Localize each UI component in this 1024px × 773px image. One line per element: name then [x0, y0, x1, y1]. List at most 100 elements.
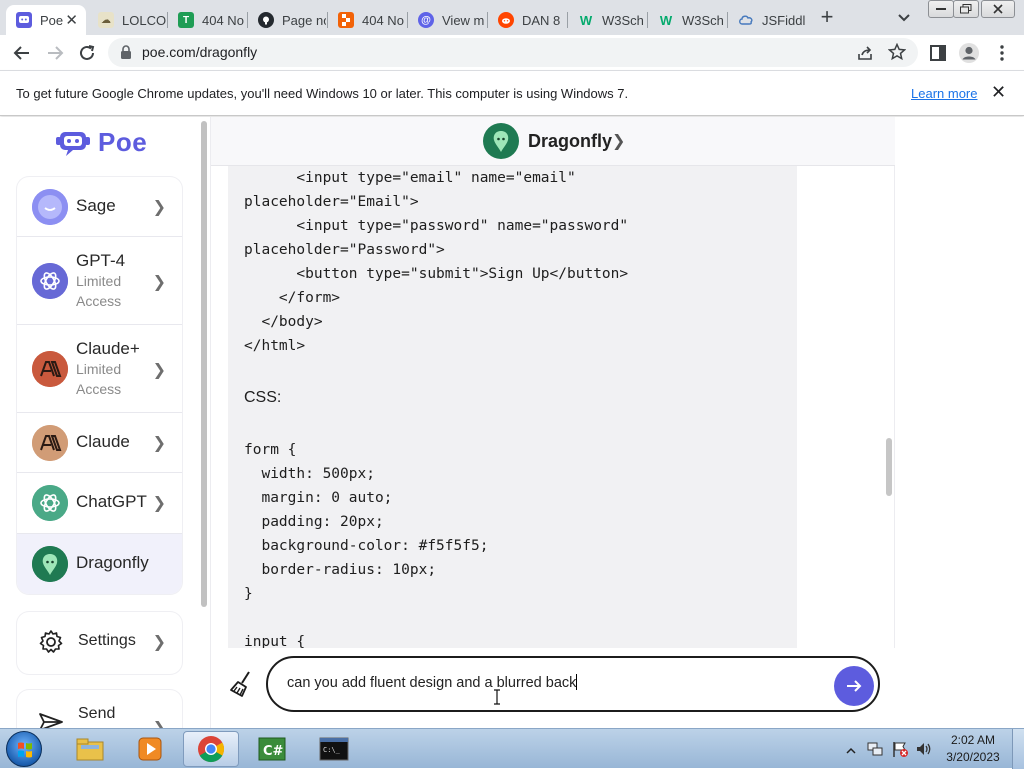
- infobar-close-icon[interactable]: ✕: [991, 82, 1006, 103]
- tab-w3schools-2[interactable]: W W3Sch: [648, 5, 726, 35]
- chevron-right-icon: ❯: [612, 133, 626, 150]
- code-line: <input type="email" name="email": [244, 170, 576, 186]
- bot-item-dragonfly[interactable]: Dragonfly: [17, 534, 182, 594]
- start-button[interactable]: [6, 731, 42, 767]
- show-hidden-icons-chevron-icon[interactable]: [846, 742, 856, 760]
- poe-logo[interactable]: Poe: [56, 127, 147, 158]
- chat-input-value: can you add fluent design and a blurred …: [287, 675, 577, 691]
- code-line: </html>: [244, 338, 306, 354]
- close-window-button[interactable]: [981, 0, 1015, 18]
- tab-reddit[interactable]: DAN 8: [488, 5, 566, 35]
- code-line: placeholder="Email">: [244, 194, 419, 210]
- close-tab-icon[interactable]: ✕: [65, 11, 78, 29]
- bot-item-chatgpt[interactable]: ChatGPT ❯: [17, 473, 182, 534]
- network-icon[interactable]: [866, 740, 884, 763]
- share-icon[interactable]: [856, 44, 874, 67]
- address-bar[interactable]: poe.com/dragonfly: [108, 38, 918, 67]
- sage-avatar-icon: [32, 188, 68, 225]
- browser-menu-icon[interactable]: [990, 41, 1014, 65]
- tab-title: 404 No: [362, 12, 404, 28]
- chevron-right-icon: ❯: [152, 435, 166, 452]
- clear-context-broom-icon[interactable]: [229, 670, 255, 703]
- poe-icon: [16, 12, 32, 28]
- bot-access-label: Limited: [76, 273, 122, 289]
- tab-jsfiddle[interactable]: JSFiddl: [728, 5, 808, 35]
- chat-input-text: can you add fluent design and a blurred …: [287, 674, 578, 691]
- bot-item-gpt-4[interactable]: GPT-4 Limited Access ❯: [17, 237, 182, 325]
- side-panel-icon[interactable]: [926, 41, 950, 65]
- code-line: </body>: [244, 314, 323, 330]
- tab-404-replit[interactable]: 404 No: [328, 5, 406, 35]
- sidebar-scrollbar[interactable]: [201, 121, 207, 607]
- windows-taskbar: C# C:\_ 2:02 AM 3/20/2023: [0, 728, 1024, 769]
- explorer-taskbar-button[interactable]: [62, 731, 118, 767]
- cmd-taskbar-button[interactable]: C:\_: [306, 731, 362, 767]
- tab-search-chevron-icon[interactable]: [894, 7, 914, 27]
- forward-button[interactable]: [43, 41, 67, 65]
- tab-title: LOLCOD: [122, 12, 166, 28]
- tab-w3schools-1[interactable]: W W3Sch: [568, 5, 646, 35]
- dragonfly-avatar-icon: [32, 546, 68, 582]
- minimize-window-button[interactable]: [928, 0, 954, 18]
- bot-item-claude[interactable]: Claude ❯: [17, 413, 182, 473]
- profile-avatar-icon[interactable]: [957, 41, 981, 65]
- send-message-button[interactable]: [834, 666, 874, 706]
- anthropic-avatar-icon: [32, 424, 68, 461]
- update-infobar: To get future Google Chrome updates, you…: [0, 70, 1024, 116]
- message-code-content: <input type="email" name="email" placehol…: [244, 166, 784, 648]
- gear-icon: [38, 629, 64, 660]
- clock-date[interactable]: 3/20/2023: [940, 750, 1006, 764]
- tab-title: Poe: [40, 12, 64, 28]
- restore-window-button[interactable]: [953, 0, 979, 18]
- settings-button[interactable]: Settings ❯: [17, 612, 182, 674]
- action-center-flag-icon[interactable]: [891, 740, 909, 763]
- chat-header[interactable]: Dragonfly ❯: [211, 117, 895, 166]
- bot-access-label: Limited: [76, 361, 122, 377]
- bot-name: Claude: [76, 432, 130, 451]
- chevron-right-icon: ❯: [152, 274, 166, 291]
- code-line: }: [244, 586, 253, 602]
- code-line: width: 500px;: [244, 466, 375, 482]
- chat-message-input[interactable]: can you add fluent design and a blurred …: [266, 656, 880, 712]
- cmd-icon: C:\_: [319, 737, 349, 761]
- chrome-taskbar-button[interactable]: [183, 731, 239, 767]
- tab-view[interactable]: @ View m: [408, 5, 486, 35]
- reload-button[interactable]: [75, 41, 99, 65]
- code-line: CSS:: [244, 389, 282, 406]
- openai-avatar-icon: [32, 485, 68, 521]
- code-line: placeholder="Password">: [244, 242, 445, 258]
- browser-toolbar: poe.com/dragonfly: [0, 35, 1024, 70]
- clock-time[interactable]: 2:02 AM: [940, 733, 1006, 747]
- bot-name: Dragonfly: [76, 553, 149, 572]
- reddit-icon: [498, 12, 514, 28]
- chat-scrollbar[interactable]: [886, 438, 892, 496]
- bot-item-claude-plus[interactable]: Claude+ Limited Access ❯: [17, 325, 182, 413]
- media-player-taskbar-button[interactable]: [122, 731, 178, 767]
- tab-lolcode[interactable]: ☁ LOLCOD: [88, 5, 166, 35]
- tab-poe[interactable]: Poe ✕: [6, 5, 86, 35]
- tab-github[interactable]: Page no: [248, 5, 326, 35]
- code-line: <button type="submit">Sign Up</button>: [244, 266, 629, 282]
- csharp-taskbar-button[interactable]: C#: [244, 731, 300, 767]
- tab-title: View m: [442, 12, 485, 28]
- volume-icon[interactable]: [915, 740, 933, 763]
- code-line: background-color: #f5f5f5;: [244, 538, 489, 554]
- show-desktop-button[interactable]: [1012, 729, 1024, 769]
- paper-plane-icon: [38, 712, 64, 728]
- bookmark-star-icon[interactable]: [887, 42, 907, 66]
- chevron-right-icon: ❯: [153, 718, 166, 728]
- send-feedback-button[interactable]: Send ❯: [17, 690, 182, 728]
- chevron-right-icon: ❯: [152, 362, 166, 379]
- poe-logo-icon: [56, 131, 90, 156]
- bot-item-sage[interactable]: Sage ❯: [17, 177, 182, 237]
- github-icon: [258, 12, 274, 28]
- w3schools-icon: W: [659, 12, 673, 28]
- learn-more-link[interactable]: Learn more: [911, 86, 977, 101]
- back-button[interactable]: [10, 41, 34, 65]
- bot-title: Dragonfly: [528, 131, 613, 151]
- send-feedback-label: Send: [78, 705, 116, 722]
- svg-text:C#: C#: [263, 744, 284, 759]
- lock-icon[interactable]: [120, 45, 132, 64]
- new-tab-button[interactable]: +: [814, 6, 840, 30]
- tab-404-t[interactable]: T 404 No: [168, 5, 246, 35]
